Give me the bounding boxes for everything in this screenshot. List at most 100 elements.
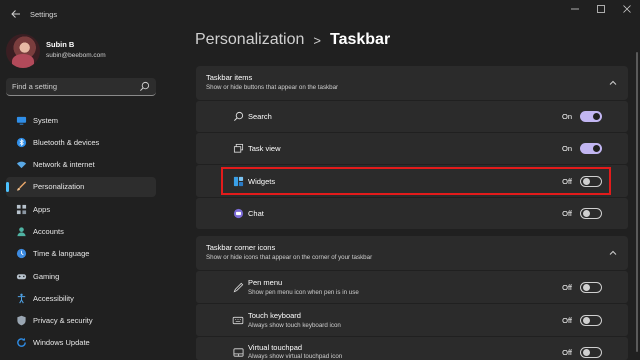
breadcrumb-parent[interactable]: Personalization <box>195 31 304 49</box>
taskbar-items-header[interactable]: Taskbar items Show or hide buttons that … <box>196 66 628 100</box>
keyboard-icon <box>232 314 244 326</box>
sidebar-item-label: Network & internet <box>33 160 95 170</box>
window-controls <box>562 0 640 28</box>
touch-keyboard-toggle[interactable] <box>580 315 602 326</box>
section-subtitle: Show or hide buttons that appear on the … <box>206 84 339 91</box>
page-title: Taskbar <box>330 31 391 48</box>
sidebar-item-accessibility[interactable]: Accessibility <box>6 288 156 308</box>
row-label: Search <box>248 112 272 121</box>
sidebar-item-label: Time & language <box>33 249 90 259</box>
sidebar-item-label: System <box>33 115 59 125</box>
pen-menu-toggle[interactable] <box>580 282 602 293</box>
task-view-toggle[interactable] <box>580 143 602 154</box>
accessibility-icon <box>11 293 31 304</box>
row-label: Touch keyboard <box>248 311 301 320</box>
toggle-knob <box>593 145 600 152</box>
toggle-state-label: Off <box>562 209 572 218</box>
app-title: Settings <box>30 9 58 19</box>
monitor-icon <box>11 115 31 126</box>
sidebar-item-apps[interactable]: Apps <box>6 199 156 219</box>
section-subtitle: Show or hide icons that appear on the co… <box>206 254 373 261</box>
gamepad-icon <box>11 271 31 282</box>
shield-icon <box>11 315 31 326</box>
toggle-knob <box>583 284 590 291</box>
sidebar-item-network[interactable]: Network & internet <box>6 155 156 175</box>
title-bar: Settings <box>0 0 640 28</box>
toggle-state-label: On <box>561 144 572 153</box>
toggle-state-label: Off <box>562 316 572 325</box>
user-email: subin@beebom.com <box>46 52 106 59</box>
sidebar-item-bluetooth[interactable]: Bluetooth & devices <box>6 132 156 152</box>
search-icon[interactable] <box>139 81 150 92</box>
bluetooth-icon <box>11 137 31 148</box>
sidebar-item-label: Personalization <box>33 182 85 192</box>
row-description: Show pen menu icon when pen is in use <box>248 289 359 296</box>
maximize-icon <box>597 5 605 13</box>
chat-icon <box>232 207 244 219</box>
toggle-state-label: On <box>561 112 572 121</box>
toggle-state-label: Off <box>562 283 572 292</box>
virtual-touchpad-toggle[interactable] <box>580 347 602 358</box>
back-button[interactable] <box>6 4 26 24</box>
taskbar-corner-icons-header[interactable]: Taskbar corner icons Show or hide icons … <box>196 236 628 270</box>
taskbar-item-chat-row: Chat Off <box>196 198 628 229</box>
search-icon <box>232 110 244 122</box>
toggle-knob <box>583 349 590 356</box>
chevron-up-icon[interactable] <box>608 78 618 88</box>
section-title: Taskbar items <box>206 73 253 82</box>
maximize-button[interactable] <box>588 0 614 18</box>
apps-icon <box>11 204 31 215</box>
update-icon <box>11 337 31 348</box>
wifi-icon <box>11 159 31 170</box>
search-box[interactable] <box>6 78 156 96</box>
chat-toggle[interactable] <box>580 208 602 219</box>
sidebar-item-system[interactable]: System <box>6 110 156 130</box>
back-arrow-icon <box>11 10 20 18</box>
pen-icon <box>232 281 244 293</box>
row-label: Chat <box>248 209 264 218</box>
corner-icon-touch-keyboard-row: Touch keyboard Always show touch keyboar… <box>196 304 628 336</box>
sidebar-item-label: Accessibility <box>33 293 74 303</box>
chevron-up-icon[interactable] <box>608 248 618 258</box>
globe-clock-icon <box>11 248 31 259</box>
task-view-icon <box>232 142 244 154</box>
sidebar-item-label: Apps <box>33 204 51 214</box>
sidebar-item-privacy[interactable]: Privacy & security <box>6 311 156 331</box>
row-label: Task view <box>248 144 281 153</box>
minimize-button[interactable] <box>562 0 588 18</box>
toggle-knob <box>583 317 590 324</box>
corner-icon-pen-menu-row: Pen menu Show pen menu icon when pen is … <box>196 271 628 303</box>
minimize-icon <box>571 8 579 10</box>
sidebar-nav: System Bluetooth & devices Network & int… <box>6 110 156 355</box>
brush-icon <box>11 181 31 192</box>
row-label: Pen menu <box>248 278 283 287</box>
sidebar-item-label: Gaming <box>33 271 60 281</box>
sidebar-item-personalization[interactable]: Personalization <box>6 176 156 197</box>
corner-icon-virtual-touchpad-row: Virtual touchpad Always show virtual tou… <box>196 337 628 360</box>
avatar <box>6 34 40 68</box>
sidebar-item-windows-update[interactable]: Windows Update <box>6 333 156 353</box>
sidebar-item-label: Privacy & security <box>33 316 93 326</box>
touchpad-icon <box>232 346 244 358</box>
sidebar-item-gaming[interactable]: Gaming <box>6 266 156 286</box>
close-icon <box>623 5 631 13</box>
toggle-knob <box>593 113 600 120</box>
sidebar-item-label: Windows Update <box>33 338 90 348</box>
close-button[interactable] <box>614 0 640 18</box>
highlight-box <box>221 167 611 195</box>
search-toggle[interactable] <box>580 111 602 122</box>
section-title: Taskbar corner icons <box>206 243 276 252</box>
search-input[interactable] <box>12 80 132 93</box>
toggle-knob <box>583 210 590 217</box>
sidebar-item-label: Bluetooth & devices <box>33 137 100 147</box>
user-name: Subin B <box>46 40 75 49</box>
person-icon <box>11 226 31 237</box>
taskbar-item-task-view-row: Task view On <box>196 133 628 164</box>
row-label: Virtual touchpad <box>248 343 303 352</box>
row-description: Always show touch keyboard icon <box>248 322 341 329</box>
scrollbar[interactable] <box>636 52 638 352</box>
user-profile[interactable]: Subin B subin@beebom.com <box>6 34 156 68</box>
sidebar-item-accounts[interactable]: Accounts <box>6 221 156 241</box>
sidebar-item-time-language[interactable]: Time & language <box>6 244 156 264</box>
sidebar: Subin B subin@beebom.com System Bluetoot… <box>0 28 165 360</box>
